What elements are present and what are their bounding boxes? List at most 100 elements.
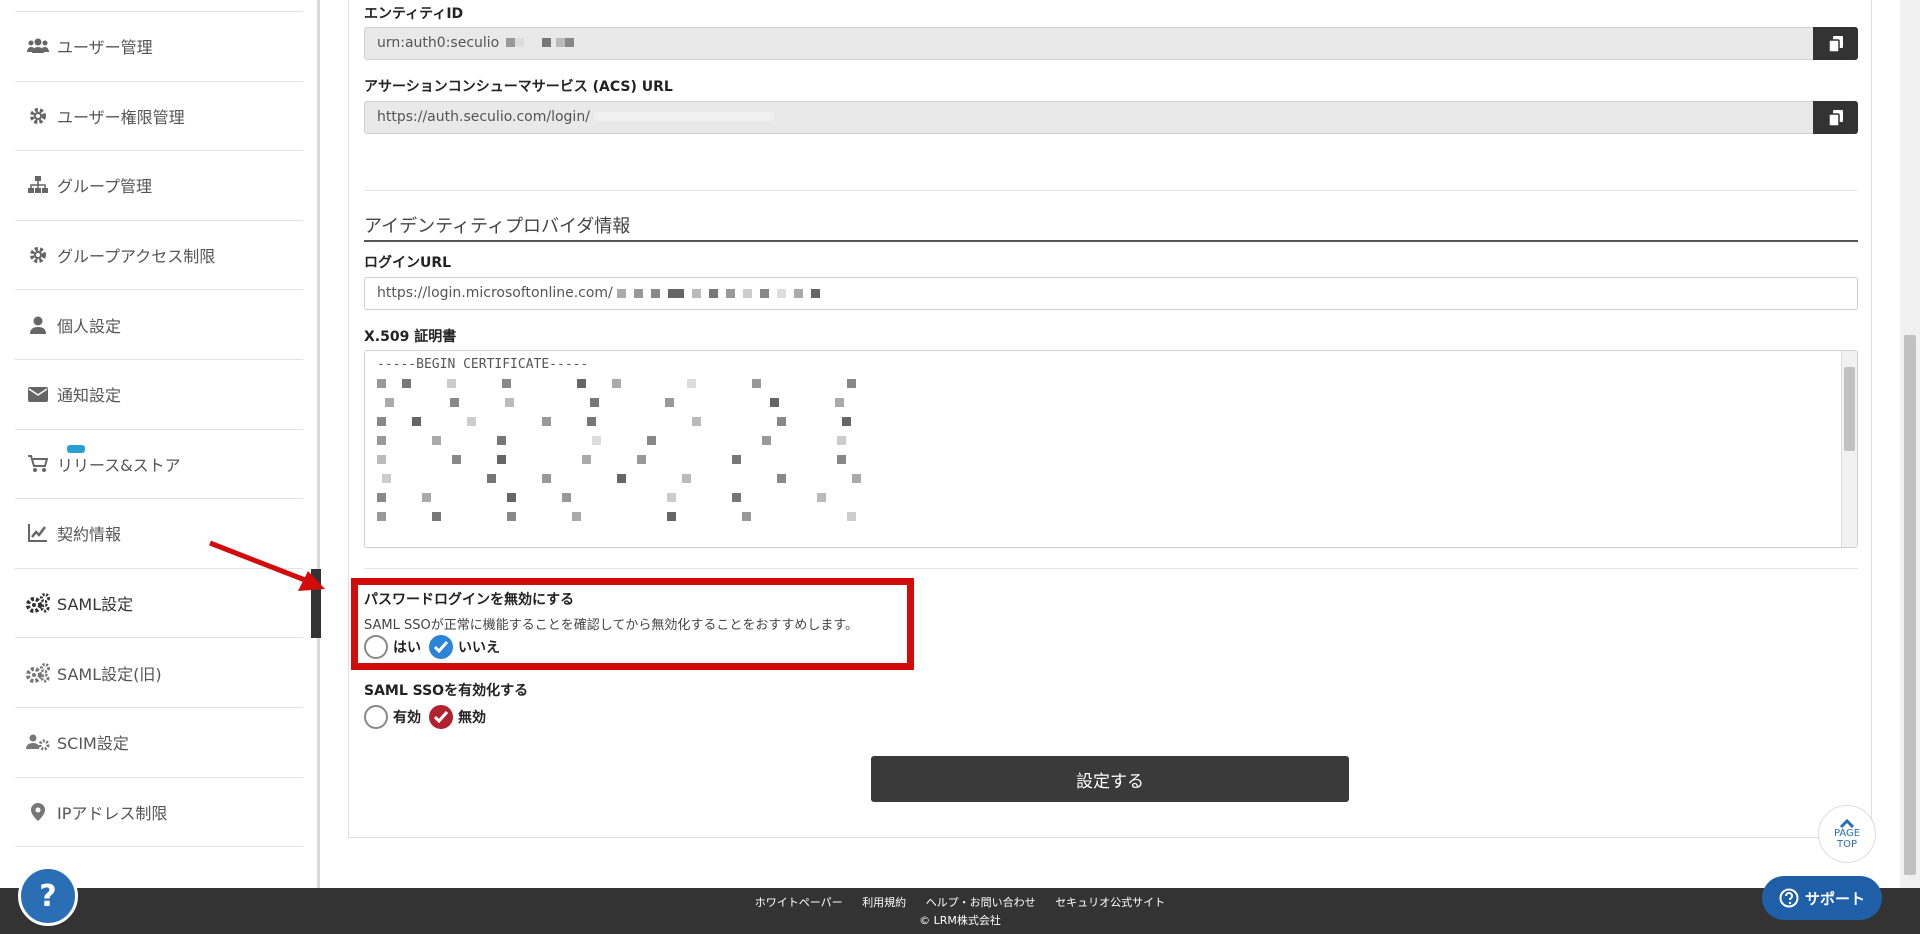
user-icon — [25, 314, 51, 336]
gear-icon — [25, 105, 51, 127]
entity-id-value: urn:auth0:seculio — [377, 35, 500, 51]
check-icon — [434, 711, 448, 723]
password-login-no-label[interactable]: いいえ — [458, 637, 500, 657]
sidebar-item-label: SAML設定(旧) — [57, 664, 162, 684]
gear-icon — [25, 244, 51, 266]
login-url-label: ログインURL — [364, 255, 452, 271]
sidebar: ユーザー管理 ユーザー権限管理 グループ管理 グループアクセス制限 個人設定 通… — [0, 0, 321, 888]
support-label: サポート — [1804, 889, 1865, 908]
app-root: ユーザー管理 ユーザー権限管理 グループ管理 グループアクセス制限 個人設定 通… — [0, 0, 1920, 934]
users-gear-icon — [25, 731, 51, 753]
password-login-label: パスワードログインを無効にする — [364, 592, 575, 608]
chart-edit-icon — [25, 522, 51, 544]
certificate-header: -----BEGIN CERTIFICATE----- — [377, 357, 589, 372]
page-scrollbar[interactable] — [1900, 0, 1920, 888]
copy-entity-id-button[interactable] — [1813, 27, 1858, 60]
entity-id-field[interactable]: urn:auth0:seculio — [364, 27, 1858, 60]
footer-link-terms[interactable]: 利用規約 — [862, 896, 906, 909]
help-button[interactable]: ? — [18, 866, 78, 926]
sidebar-item-groups[interactable]: グループ管理 — [15, 151, 303, 221]
saml-sso-label: SAML SSOを有効化する — [364, 683, 529, 699]
acs-url-value: https://auth.seculio.com/login/ — [377, 109, 590, 125]
page-scroll-thumb[interactable] — [1904, 335, 1916, 875]
footer-link-official-site[interactable]: セキュリオ公式サイト — [1055, 896, 1165, 909]
page-top-line2: TOP — [1836, 839, 1857, 850]
gears-icon — [25, 592, 51, 614]
sidebar-list: ユーザー管理 ユーザー権限管理 グループ管理 グループアクセス制限 個人設定 通… — [15, 11, 321, 848]
login-url-input[interactable]: https://login.microsoftonline.com/ — [364, 277, 1858, 310]
password-login-description: SAML SSOが正常に機能することを確認してから無効化することをおすすめします… — [364, 618, 859, 633]
acs-url-field[interactable]: https://auth.seculio.com/login/ — [364, 101, 1858, 134]
sidebar-item-personal[interactable]: 個人設定 — [15, 290, 303, 360]
redacted-pixels — [617, 288, 821, 298]
gears-icon — [25, 662, 51, 684]
redacted-pixels — [594, 109, 775, 125]
footer: ホワイトペーパー 利用規約 ヘルプ・お問い合わせ セキュリオ公式サイト © LR… — [0, 888, 1920, 934]
sidebar-item-label: SCIM設定 — [57, 734, 129, 754]
question-circle-icon — [1779, 888, 1799, 908]
sidebar-item-label: リリース&ストア — [57, 455, 181, 475]
map-marker-icon — [25, 801, 51, 823]
saml-sso-disable-label[interactable]: 無効 — [458, 707, 486, 727]
saml-sso-enable-radio[interactable] — [364, 705, 388, 729]
login-url-value: https://login.microsoftonline.com/ — [377, 285, 613, 301]
copy-icon — [1828, 109, 1843, 126]
cart-icon — [25, 453, 51, 475]
sidebar-item-users[interactable]: ユーザー管理 — [15, 12, 303, 82]
sidebar-item-label: 個人設定 — [57, 316, 122, 336]
sidebar-item-label: 通知設定 — [57, 386, 122, 406]
sidebar-item-saml-old[interactable]: SAML設定(旧) — [15, 638, 303, 708]
saml-sso-disable-radio[interactable] — [429, 705, 453, 729]
sidebar-item-label: 契約情報 — [57, 525, 122, 545]
sidebar-item-release-store[interactable]: リリース&ストア — [15, 430, 303, 500]
idp-section-title: アイデンティティプロバイダ情報 — [364, 216, 631, 237]
password-login-no-radio[interactable] — [429, 635, 453, 659]
sidebar-item-notifications[interactable]: 通知設定 — [15, 360, 303, 430]
page-top-button[interactable]: PAGE TOP — [1818, 805, 1876, 863]
sidebar-item-scim[interactable]: SCIM設定 — [15, 708, 303, 778]
section-divider — [364, 190, 1858, 191]
chevron-up-icon — [1839, 818, 1855, 828]
password-login-radio-group: はい いいえ — [364, 635, 508, 659]
saml-sso-enable-label[interactable]: 有効 — [393, 707, 421, 727]
section-divider — [364, 568, 1858, 569]
check-icon — [434, 641, 448, 653]
certificate-scroll-thumb[interactable] — [1844, 367, 1855, 451]
question-icon: ? — [39, 878, 57, 914]
page-top-line1: PAGE — [1833, 828, 1861, 839]
sidebar-item-label: SAML設定 — [57, 595, 134, 615]
copy-acs-url-button[interactable] — [1813, 101, 1858, 134]
copy-icon — [1828, 35, 1843, 52]
support-button[interactable]: サポート — [1762, 876, 1882, 920]
redacted-pixels — [505, 35, 574, 51]
footer-links: ホワイトペーパー 利用規約 ヘルプ・お問い合わせ セキュリオ公式サイト — [0, 894, 1920, 910]
new-badge — [67, 444, 85, 453]
sidebar-item-label: ユーザー権限管理 — [57, 107, 185, 127]
users-icon — [25, 35, 51, 57]
sidebar-item-user-permissions[interactable]: ユーザー権限管理 — [15, 82, 303, 152]
envelope-icon — [25, 383, 51, 405]
certificate-textarea[interactable]: -----BEGIN CERTIFICATE----- — [364, 350, 1858, 548]
acs-url-label: アサーションコンシューマサービス (ACS) URL — [364, 79, 673, 95]
certificate-label: X.509 証明書 — [364, 329, 457, 345]
sidebar-item-label: IPアドレス制限 — [57, 803, 168, 823]
submit-button[interactable]: 設定する — [871, 756, 1349, 802]
certificate-scrollbar[interactable] — [1841, 351, 1857, 547]
redacted-certificate-body — [377, 374, 1845, 526]
footer-link-whitepaper[interactable]: ホワイトペーパー — [755, 896, 843, 909]
sidebar-item-label: グループ管理 — [57, 177, 153, 197]
password-login-yes-radio[interactable] — [364, 635, 388, 659]
password-login-yes-label[interactable]: はい — [393, 637, 421, 657]
sidebar-item-label: ユーザー管理 — [57, 38, 153, 58]
footer-link-help[interactable]: ヘルプ・お問い合わせ — [926, 896, 1036, 909]
copyright: © LRM株式会社 — [919, 914, 1001, 927]
sidebar-item-label: グループアクセス制限 — [57, 247, 216, 267]
sitemap-icon — [25, 174, 51, 196]
saml-sso-radio-group: 有効 無効 — [364, 705, 494, 729]
sidebar-item-ip-restriction[interactable]: IPアドレス制限 — [15, 778, 303, 848]
sidebar-item-group-access[interactable]: グループアクセス制限 — [15, 221, 303, 291]
saml-settings-panel: エンティティID urn:auth0:seculio アサーションコンシューマサ… — [348, 0, 1872, 838]
section-underline — [364, 240, 1858, 242]
entity-id-label: エンティティID — [364, 6, 464, 22]
annotation-arrow — [209, 540, 325, 591]
